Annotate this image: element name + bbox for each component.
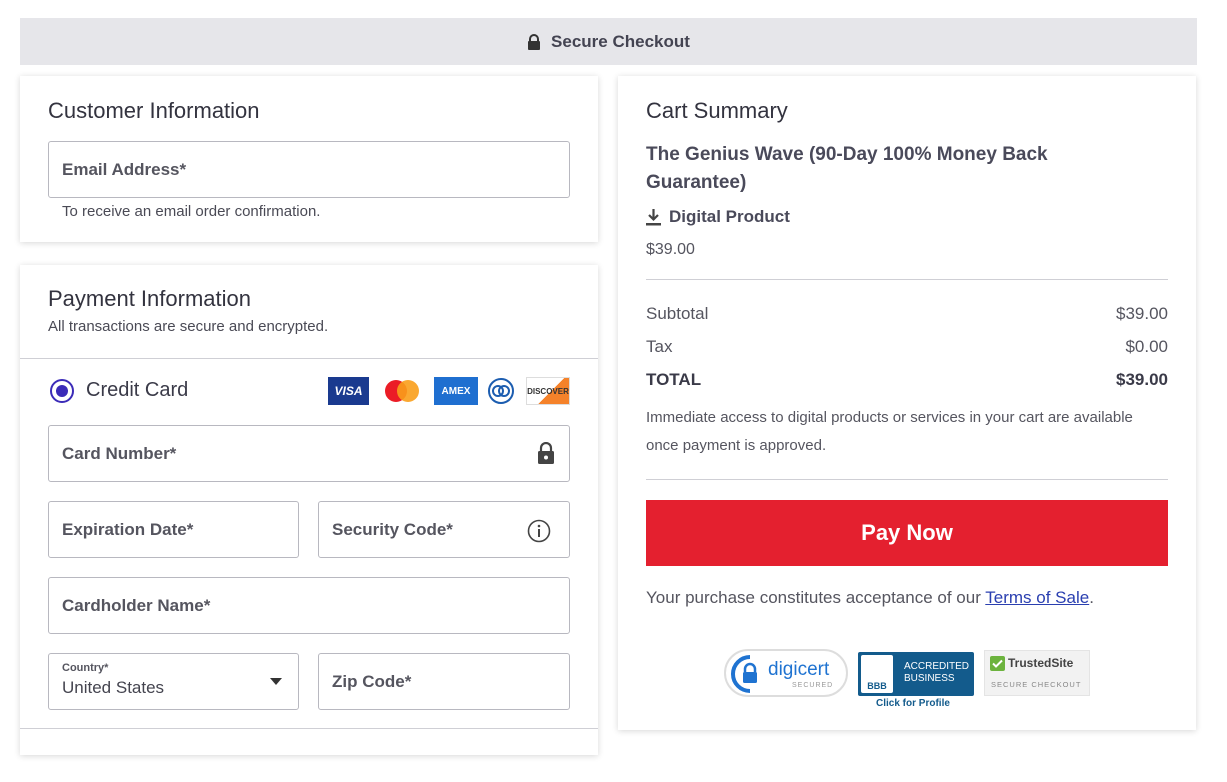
mastercard-icon bbox=[380, 377, 424, 405]
payment-subheading: All transactions are secure and encrypte… bbox=[48, 318, 329, 335]
subtotal-row: Subtotal $39.00 bbox=[646, 304, 1168, 324]
product-price: $39.00 bbox=[646, 241, 695, 258]
cardholder-name-field[interactable]: Cardholder Name* bbox=[48, 577, 570, 634]
total-value: $39.00 bbox=[1116, 370, 1168, 389]
visa-icon: VISA bbox=[328, 377, 369, 405]
product-type: Digital Product bbox=[646, 207, 790, 227]
discover-icon: DISCOVER bbox=[526, 377, 570, 405]
country-value: United States bbox=[62, 678, 165, 697]
download-icon bbox=[646, 208, 661, 225]
payment-heading: Payment Information bbox=[48, 286, 251, 311]
terms-of-sale-link[interactable]: Terms of Sale bbox=[985, 588, 1089, 607]
card-number-label: Card Number* bbox=[62, 443, 177, 463]
cart-divider-2 bbox=[646, 479, 1168, 480]
lock-icon bbox=[528, 33, 541, 50]
subtotal-value: $39.00 bbox=[1116, 304, 1168, 323]
cart-summary-card: Cart Summary The Genius Wave (90-Day 100… bbox=[618, 76, 1196, 730]
trustedsite-sub: SECURE CHECKOUT bbox=[991, 680, 1082, 689]
acceptance-text: Your purchase constitutes acceptance of … bbox=[646, 588, 1094, 607]
payment-bottom-divider bbox=[20, 728, 598, 729]
country-label: Country* bbox=[62, 662, 109, 674]
tax-row: Tax $0.00 bbox=[646, 337, 1168, 357]
header-title: Secure Checkout bbox=[551, 31, 690, 51]
amex-icon: AMEX bbox=[434, 377, 478, 405]
card-number-field[interactable]: Card Number* bbox=[48, 425, 570, 482]
info-icon[interactable] bbox=[527, 519, 551, 543]
diners-icon bbox=[486, 377, 516, 405]
pay-now-button[interactable]: Pay Now bbox=[646, 500, 1168, 566]
credit-card-label: Credit Card bbox=[86, 379, 189, 401]
digicert-badge[interactable]: digicert SECURED bbox=[724, 649, 848, 697]
payment-divider bbox=[20, 358, 598, 359]
digicert-name: digicert bbox=[768, 659, 830, 680]
trustedsite-badge[interactable]: TrustedSite SECURE CHECKOUT bbox=[984, 650, 1090, 696]
bbb-profile-link[interactable]: Click for Profile bbox=[876, 698, 950, 709]
email-field[interactable]: Email Address* bbox=[48, 141, 570, 198]
subtotal-label: Subtotal bbox=[646, 304, 709, 323]
zip-code-label: Zip Code* bbox=[332, 671, 412, 691]
total-label: TOTAL bbox=[646, 370, 702, 389]
product-name: The Genius Wave (90-Day 100% Money Back … bbox=[646, 144, 1048, 193]
country-select[interactable]: Country* United States bbox=[48, 653, 299, 710]
secure-checkout-header: Secure Checkout bbox=[20, 18, 1197, 65]
total-row: TOTAL $39.00 bbox=[646, 370, 1168, 390]
lock-icon bbox=[538, 442, 554, 464]
bbb-text: ACCREDITED BUSINESS bbox=[904, 661, 970, 684]
tax-value: $0.00 bbox=[1125, 337, 1168, 356]
lock-icon bbox=[731, 655, 757, 693]
customer-information-card: Customer Information Email Address* To r… bbox=[20, 76, 598, 242]
payment-information-card: Payment Information All transactions are… bbox=[20, 265, 598, 755]
tax-label: Tax bbox=[646, 337, 673, 356]
security-code-label: Security Code* bbox=[332, 519, 453, 539]
cart-divider-1 bbox=[646, 279, 1168, 280]
email-label: Email Address* bbox=[62, 159, 187, 179]
bbb-badge[interactable]: BBB ACCREDITED BUSINESS bbox=[858, 652, 974, 696]
expiration-date-field[interactable]: Expiration Date* bbox=[48, 501, 299, 558]
trustedsite-title: TrustedSite bbox=[1008, 656, 1074, 670]
digicert-sub: SECURED bbox=[792, 682, 834, 689]
email-hint: To receive an email order confirmation. bbox=[62, 203, 321, 220]
zip-code-field[interactable]: Zip Code* bbox=[318, 653, 570, 710]
product-type-label: Digital Product bbox=[669, 207, 790, 226]
customer-heading: Customer Information bbox=[48, 98, 260, 123]
cart-heading: Cart Summary bbox=[646, 98, 788, 123]
access-note: Immediate access to digital products or … bbox=[646, 409, 1133, 454]
chevron-down-icon bbox=[270, 678, 282, 685]
check-icon bbox=[990, 656, 1005, 671]
credit-card-radio[interactable] bbox=[50, 379, 74, 403]
security-code-field[interactable]: Security Code* bbox=[318, 501, 570, 558]
bbb-logo-icon: BBB bbox=[861, 655, 893, 693]
expiration-label: Expiration Date* bbox=[62, 519, 194, 539]
cardholder-label: Cardholder Name* bbox=[62, 595, 211, 615]
